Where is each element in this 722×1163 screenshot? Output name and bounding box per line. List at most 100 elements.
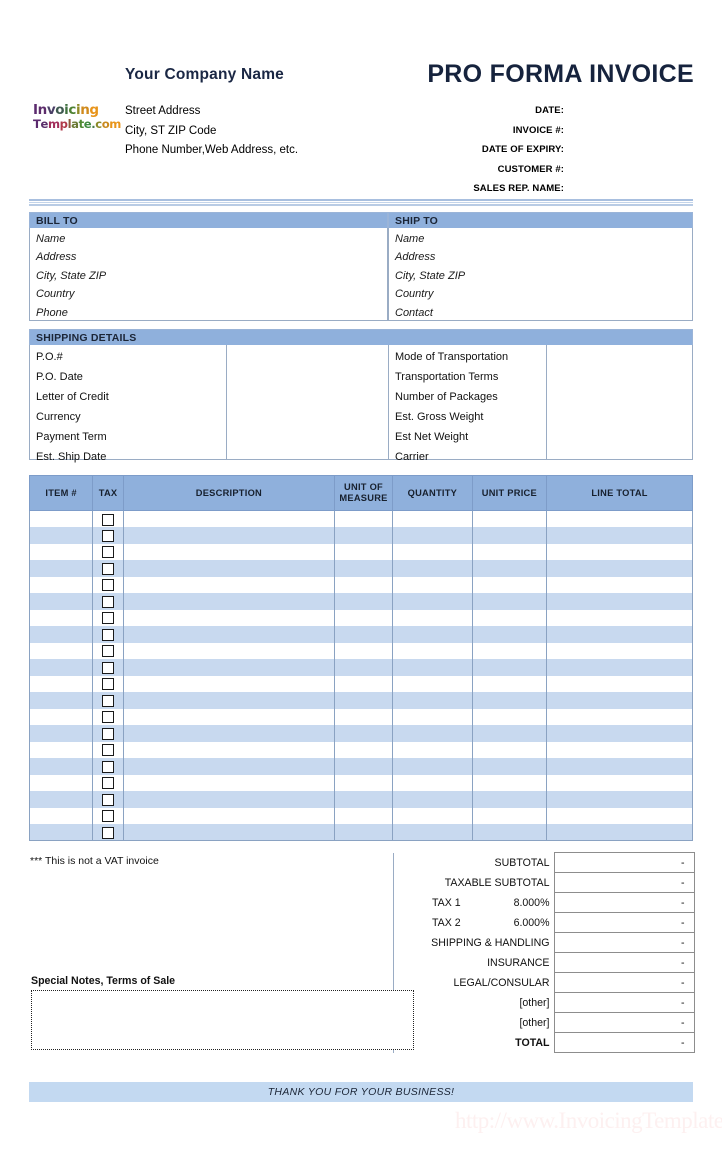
cell-description[interactable] (122, 609, 335, 626)
cell-quantity[interactable] (392, 774, 473, 791)
cell-line-total[interactable] (546, 725, 693, 742)
cell-item-number[interactable] (28, 758, 94, 775)
cell-line-total[interactable] (546, 807, 693, 824)
totals-value[interactable]: - (553, 912, 695, 933)
cell-description[interactable] (122, 576, 335, 593)
cell-tax-checkbox[interactable] (92, 576, 124, 593)
table-row[interactable] (28, 675, 693, 692)
table-row[interactable] (28, 774, 693, 791)
cell-item-number[interactable] (28, 527, 94, 544)
cell-quantity[interactable] (392, 692, 473, 709)
ship-to-field[interactable]: Name (395, 230, 692, 248)
cell-item-number[interactable] (28, 708, 94, 725)
checkbox-icon[interactable] (102, 579, 115, 592)
cell-unit-of-measure[interactable] (333, 626, 394, 643)
ship-to-fields[interactable]: Name Address City, State ZIP Country Contact (388, 228, 693, 321)
cell-line-total[interactable] (546, 741, 693, 758)
cell-line-total[interactable] (546, 576, 693, 593)
cell-description[interactable] (122, 593, 335, 610)
checkbox-icon[interactable] (102, 562, 115, 575)
checkbox-icon[interactable] (102, 513, 115, 526)
cell-line-total[interactable] (546, 675, 693, 692)
cell-line-total[interactable] (546, 626, 693, 643)
cell-item-number[interactable] (28, 626, 94, 643)
checkbox-icon[interactable] (102, 810, 115, 823)
cell-unit-price[interactable] (471, 543, 548, 560)
checkbox-icon[interactable] (102, 711, 115, 724)
cell-description[interactable] (122, 807, 335, 824)
cell-tax-checkbox[interactable] (92, 675, 124, 692)
cell-unit-of-measure[interactable] (333, 708, 394, 725)
cell-tax-checkbox[interactable] (92, 527, 124, 544)
bill-to-field[interactable]: Address (36, 248, 387, 266)
cell-quantity[interactable] (392, 510, 473, 527)
table-row[interactable] (28, 725, 693, 742)
cell-item-number[interactable] (28, 675, 94, 692)
checkbox-icon[interactable] (102, 678, 115, 691)
cell-quantity[interactable] (392, 527, 473, 544)
cell-tax-checkbox[interactable] (92, 807, 124, 824)
cell-tax-checkbox[interactable] (92, 758, 124, 775)
checkbox-icon[interactable] (102, 612, 115, 625)
cell-tax-checkbox[interactable] (92, 774, 124, 791)
cell-unit-price[interactable] (471, 725, 548, 742)
table-row[interactable] (28, 741, 693, 758)
checkbox-icon[interactable] (102, 777, 115, 790)
table-row[interactable] (28, 791, 693, 808)
totals-value[interactable]: - (553, 952, 695, 973)
cell-line-total[interactable] (546, 708, 693, 725)
cell-item-number[interactable] (28, 642, 94, 659)
cell-item-number[interactable] (28, 774, 94, 791)
cell-quantity[interactable] (392, 593, 473, 610)
cell-quantity[interactable] (392, 807, 473, 824)
bill-to-field[interactable]: Country (36, 285, 387, 303)
cell-unit-price[interactable] (471, 593, 548, 610)
cell-tax-checkbox[interactable] (92, 741, 124, 758)
cell-quantity[interactable] (392, 642, 473, 659)
cell-quantity[interactable] (392, 791, 473, 808)
cell-line-total[interactable] (546, 659, 693, 676)
cell-unit-of-measure[interactable] (333, 774, 394, 791)
table-row[interactable] (28, 758, 693, 775)
totals-value[interactable]: - (553, 992, 695, 1013)
cell-unit-of-measure[interactable] (333, 543, 394, 560)
checkbox-icon[interactable] (102, 727, 115, 740)
cell-line-total[interactable] (546, 642, 693, 659)
cell-line-total[interactable] (546, 543, 693, 560)
cell-description[interactable] (122, 708, 335, 725)
cell-unit-of-measure[interactable] (333, 741, 394, 758)
checkbox-icon[interactable] (102, 628, 115, 641)
totals-value[interactable]: - (553, 872, 695, 893)
cell-unit-price[interactable] (471, 510, 548, 527)
cell-item-number[interactable] (28, 807, 94, 824)
cell-tax-checkbox[interactable] (92, 708, 124, 725)
table-row[interactable] (28, 576, 693, 593)
cell-item-number[interactable] (28, 659, 94, 676)
table-row[interactable] (28, 626, 693, 643)
cell-line-total[interactable] (546, 560, 693, 577)
checkbox-icon[interactable] (102, 529, 115, 542)
cell-description[interactable] (122, 824, 335, 841)
checkbox-icon[interactable] (102, 694, 115, 707)
cell-tax-checkbox[interactable] (92, 609, 124, 626)
cell-quantity[interactable] (392, 708, 473, 725)
totals-value[interactable]: - (553, 972, 695, 993)
cell-quantity[interactable] (392, 824, 473, 841)
cell-unit-price[interactable] (471, 791, 548, 808)
cell-tax-checkbox[interactable] (92, 824, 124, 841)
totals-value[interactable]: - (553, 1032, 695, 1053)
shipping-left-values[interactable] (226, 345, 388, 459)
cell-description[interactable] (122, 543, 335, 560)
cell-unit-price[interactable] (471, 758, 548, 775)
table-row[interactable] (28, 692, 693, 709)
cell-description[interactable] (122, 741, 335, 758)
cell-quantity[interactable] (392, 626, 473, 643)
cell-unit-price[interactable] (471, 560, 548, 577)
cell-description[interactable] (122, 774, 335, 791)
table-row[interactable] (28, 510, 693, 527)
cell-line-total[interactable] (546, 527, 693, 544)
cell-unit-of-measure[interactable] (333, 642, 394, 659)
cell-quantity[interactable] (392, 609, 473, 626)
cell-unit-of-measure[interactable] (333, 725, 394, 742)
table-row[interactable] (28, 527, 693, 544)
